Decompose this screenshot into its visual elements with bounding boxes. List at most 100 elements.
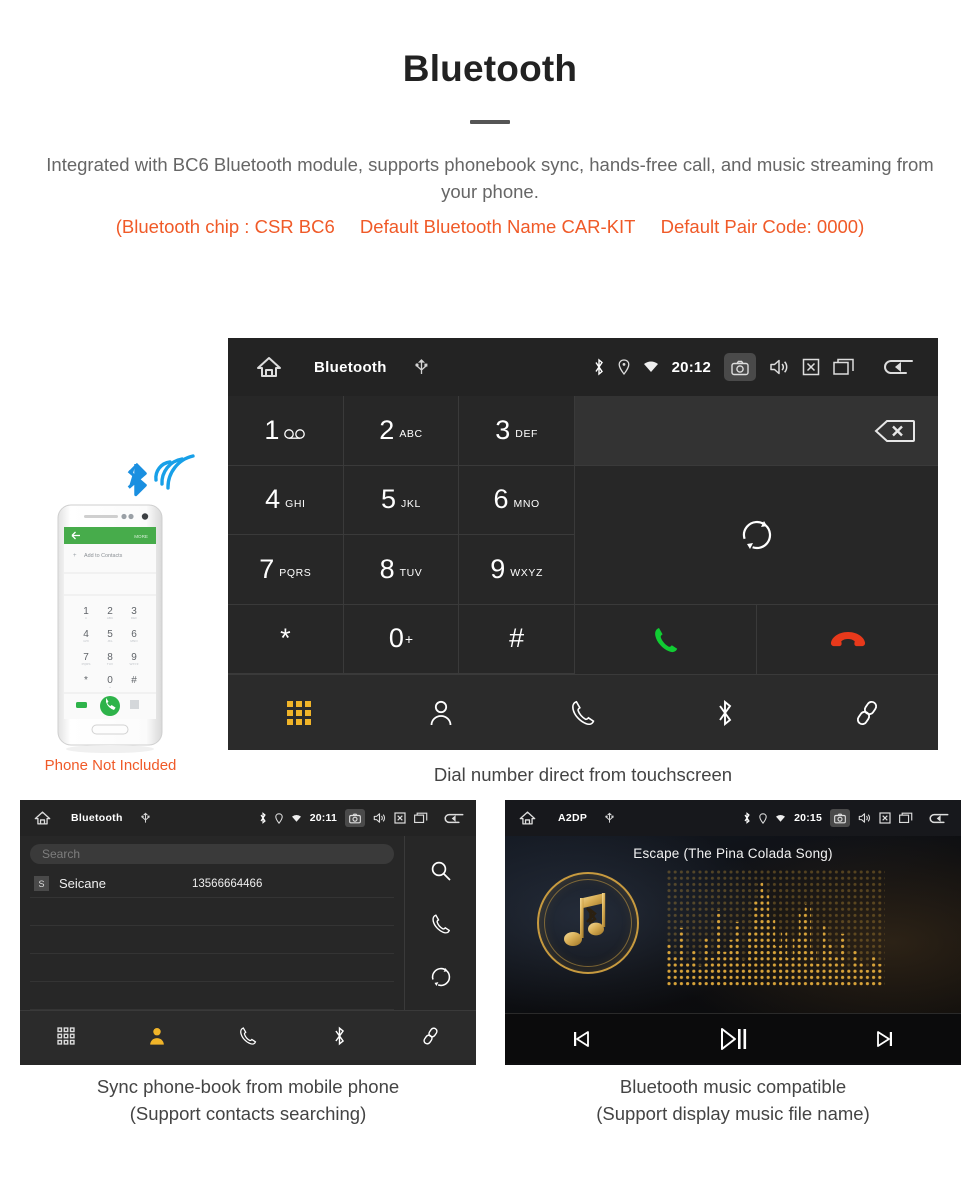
- phonebook-caption: Sync phone-book from mobile phone (Suppo…: [20, 1074, 476, 1128]
- sync-icon[interactable]: [430, 966, 452, 988]
- recents-icon[interactable]: [414, 812, 428, 824]
- key-9-letters: WXYZ: [510, 567, 544, 580]
- phonebook-title: Bluetooth: [71, 812, 123, 824]
- search-icon[interactable]: [430, 860, 452, 882]
- key-4-number: 4: [265, 484, 281, 515]
- hangup-icon: [830, 629, 866, 651]
- phonebook-screen: Bluetooth 20:11 Search S Seicane 1356666…: [20, 800, 476, 1065]
- call-button[interactable]: [575, 605, 757, 674]
- bluetooth-icon: [593, 358, 605, 376]
- key-2-letters: ABC: [399, 428, 423, 441]
- key-hash[interactable]: #: [459, 604, 575, 674]
- nav-pair-link[interactable]: [796, 699, 938, 727]
- table-row-empty: [30, 954, 394, 982]
- home-icon[interactable]: [256, 355, 282, 379]
- camera-icon[interactable]: [345, 809, 365, 827]
- call-icon[interactable]: [430, 913, 452, 935]
- nav-pair-link[interactable]: [385, 1026, 476, 1046]
- call-actions: [575, 605, 938, 674]
- music-clock: 20:15: [794, 812, 822, 824]
- number-display[interactable]: [575, 396, 938, 466]
- key-0-plus: +: [404, 630, 414, 647]
- dialer-title: Bluetooth: [314, 358, 387, 376]
- music-caption: Bluetooth music compatible (Support disp…: [505, 1074, 961, 1128]
- key-0-number: 0: [388, 623, 404, 654]
- key-5[interactable]: 5 JKL: [343, 465, 460, 535]
- location-icon: [759, 812, 767, 824]
- svg-text:*: *: [84, 675, 88, 686]
- play-pause-button[interactable]: [657, 1026, 809, 1052]
- album-art: [537, 872, 639, 974]
- table-row[interactable]: S Seicane 13566664466: [30, 870, 394, 898]
- page-title: Bluetooth: [402, 48, 578, 89]
- key-0[interactable]: 0 +: [343, 604, 460, 674]
- nav-call-log[interactable]: [202, 1026, 293, 1046]
- key-7[interactable]: 7 PQRS: [228, 535, 344, 605]
- phone-not-included-note: Phone Not Included: [44, 757, 177, 774]
- music-caption-line1: Bluetooth music compatible: [619, 1076, 847, 1097]
- sync-button[interactable]: [575, 466, 938, 605]
- next-button[interactable]: [809, 1028, 961, 1050]
- bluetooth-icon: [743, 812, 751, 824]
- dialer-screen: Bluetooth 20:12 1 2 ABC 3 DEF 4 GHI 5 JK…: [228, 338, 938, 750]
- search-input[interactable]: Search: [30, 844, 394, 864]
- key-9[interactable]: 9 WXYZ: [459, 535, 575, 605]
- key-8[interactable]: 8 TUV: [343, 535, 460, 605]
- key-4-letters: GHI: [285, 497, 306, 510]
- close-box-icon[interactable]: [394, 812, 406, 824]
- nav-contacts[interactable]: [370, 699, 512, 727]
- nav-contacts[interactable]: [111, 1026, 202, 1046]
- key-2-number: 2: [379, 414, 395, 445]
- svg-text:JKL: JKL: [107, 639, 113, 643]
- table-row-empty: [30, 898, 394, 926]
- camera-icon[interactable]: [830, 809, 850, 827]
- nav-bluetooth[interactable]: [654, 699, 796, 727]
- spec-chip: (Bluetooth chip : CSR BC6: [115, 215, 335, 237]
- volume-icon[interactable]: [373, 812, 386, 824]
- back-icon[interactable]: [442, 812, 464, 825]
- spec-line: (Bluetooth chip : CSR BC6 Default Blueto…: [0, 216, 980, 238]
- music-topbar: A2DP 20:15: [505, 800, 961, 836]
- dialer-clock: 20:12: [671, 358, 711, 376]
- svg-text:PQRS: PQRS: [82, 662, 91, 666]
- key-1[interactable]: 1: [228, 396, 344, 466]
- svg-text:MORE: MORE: [134, 534, 148, 539]
- key-8-letters: TUV: [399, 567, 423, 580]
- key-6[interactable]: 6 MNO: [459, 465, 575, 535]
- recents-icon[interactable]: [833, 358, 855, 376]
- nav-keypad[interactable]: [228, 700, 370, 726]
- camera-icon[interactable]: [724, 353, 756, 381]
- key-2[interactable]: 2 ABC: [343, 396, 460, 466]
- previous-button[interactable]: [505, 1028, 657, 1050]
- hangup-button[interactable]: [757, 605, 938, 674]
- nav-bluetooth[interactable]: [294, 1026, 385, 1046]
- keypad: 1 2 ABC 3 DEF 4 GHI 5 JKL 6 MNO 7 PQRS 8 TUV 9W…: [228, 396, 575, 674]
- home-icon[interactable]: [519, 810, 536, 826]
- key-4[interactable]: 4 GHI: [228, 465, 344, 535]
- key-8-number: 8: [379, 553, 395, 584]
- location-icon: [618, 359, 630, 375]
- spec-pair-code: Default Pair Code: 0000): [660, 215, 865, 237]
- volume-icon[interactable]: [769, 358, 789, 376]
- phonebook-side-actions: [404, 836, 476, 1010]
- svg-text:#: #: [131, 675, 137, 686]
- back-icon[interactable]: [880, 357, 914, 377]
- volume-icon[interactable]: [858, 812, 871, 824]
- search-wrapper: Search: [20, 836, 404, 870]
- close-box-icon[interactable]: [879, 812, 891, 824]
- back-icon[interactable]: [927, 812, 949, 825]
- home-icon[interactable]: [34, 810, 51, 826]
- next-icon: [874, 1028, 896, 1050]
- svg-text:+: +: [109, 685, 111, 689]
- key-3[interactable]: 3 DEF: [459, 396, 575, 466]
- key-5-letters: JKL: [401, 497, 421, 510]
- svg-text:∞: ∞: [85, 616, 87, 620]
- close-box-icon[interactable]: [802, 358, 820, 376]
- nav-call-log[interactable]: [512, 699, 654, 727]
- key-star[interactable]: *: [228, 604, 344, 674]
- previous-icon: [570, 1028, 592, 1050]
- recents-icon[interactable]: [899, 812, 913, 824]
- nav-keypad[interactable]: [20, 1026, 111, 1045]
- contact-name: Seicane: [59, 876, 106, 891]
- backspace-icon[interactable]: [874, 418, 916, 444]
